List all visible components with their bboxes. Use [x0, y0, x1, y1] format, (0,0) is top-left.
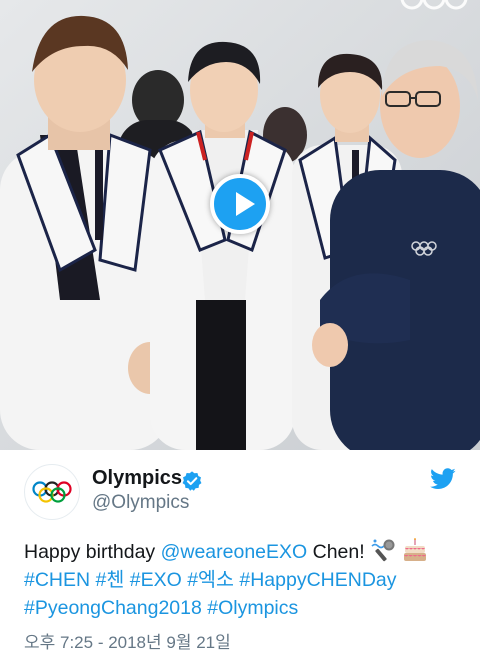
play-icon	[236, 192, 255, 216]
user-handle[interactable]: @Olympics	[92, 492, 189, 514]
tweet-text: Happy birthday @weareoneEXO Chen! #CHEN …	[24, 538, 464, 622]
olympic-rings-logo	[32, 481, 72, 503]
birthday-cake-emoji-icon	[403, 538, 426, 561]
tweet-line-3: #PyeongChang2018 #Olympics	[24, 594, 464, 622]
tweet-text-after-mention: Chen!	[307, 541, 371, 563]
hashtag-link[interactable]: #HappyCHENDay	[239, 569, 396, 591]
tweet-text-intro: Happy birthday	[24, 541, 161, 563]
hashtag-link[interactable]: #PyeongChang2018	[24, 597, 202, 619]
tweet-video[interactable]	[0, 0, 480, 450]
mention-link[interactable]: @weareoneEXO	[161, 541, 308, 563]
tweet-card: Olympics @Olympics Happy birthday @weare…	[0, 0, 480, 658]
tweet-timestamp[interactable]: 오후 7:25 - 2018년 9월 21일	[24, 628, 231, 653]
tweet-line-1: Happy birthday @weareoneEXO Chen!	[24, 538, 464, 566]
hashtag-link[interactable]: #EXO	[130, 569, 182, 591]
hashtag-link[interactable]: #CHEN	[24, 569, 90, 591]
tweet-line-2: #CHEN #첸 #EXO #엑소 #HappyCHENDay	[24, 566, 464, 594]
hashtag-link[interactable]: #엑소	[187, 569, 234, 591]
avatar[interactable]	[24, 464, 80, 520]
microphone-emoji-icon	[371, 539, 395, 562]
twitter-bird-icon[interactable]	[430, 468, 456, 490]
verified-badge-icon	[182, 471, 202, 491]
hashtag-link[interactable]: #첸	[96, 569, 125, 591]
hashtag-link[interactable]: #Olympics	[207, 597, 298, 619]
play-button[interactable]	[210, 174, 270, 234]
display-name[interactable]: Olympics	[92, 467, 182, 490]
